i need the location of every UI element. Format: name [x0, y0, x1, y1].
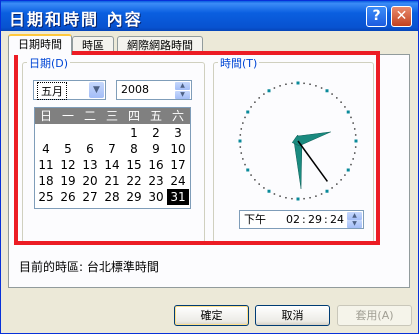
cancel-button[interactable]: 取消: [255, 305, 330, 326]
highlight-box: [14, 51, 380, 245]
window-title: 日期和時間 內容: [9, 10, 143, 29]
apply-button[interactable]: 套用(A): [337, 305, 412, 326]
current-timezone: 目前的時區: 台北標準時間: [19, 260, 159, 274]
help-button[interactable]: ?: [366, 6, 387, 27]
tab-date-time[interactable]: 日期時間: [8, 34, 72, 55]
title-bar[interactable]: 日期和時間 內容 ? ✕: [1, 1, 418, 31]
dialog-window: 日期和時間 內容 ? ✕ 日期時間 時區 網際網路時間 日期(D) 五月 ▼ 2…: [0, 0, 419, 334]
ok-button[interactable]: 確定: [174, 305, 249, 326]
close-button[interactable]: ✕: [391, 6, 412, 27]
